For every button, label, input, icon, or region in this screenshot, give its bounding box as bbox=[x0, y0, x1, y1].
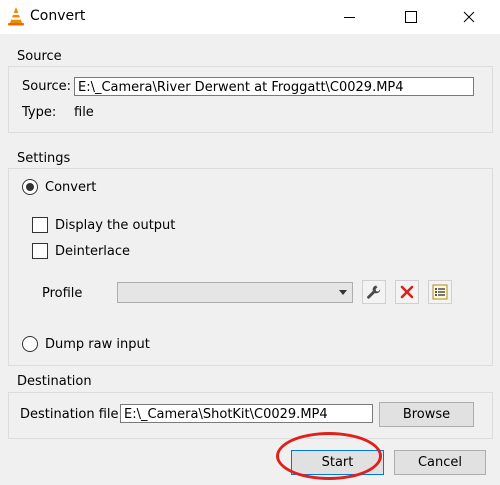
dump-raw-radio[interactable] bbox=[22, 336, 38, 352]
destination-group-title: Destination bbox=[17, 374, 92, 389]
type-label: Type: bbox=[22, 105, 57, 120]
browse-button[interactable]: Browse bbox=[379, 402, 474, 427]
cancel-button[interactable]: Cancel bbox=[394, 450, 486, 475]
red-x-delete-icon bbox=[400, 285, 414, 299]
minimize-button[interactable] bbox=[326, 0, 372, 34]
source-label: Source: bbox=[22, 79, 72, 94]
title-bar: Convert bbox=[0, 0, 500, 34]
close-icon bbox=[463, 11, 475, 23]
destination-file-label: Destination file: bbox=[20, 407, 123, 422]
close-button[interactable] bbox=[446, 0, 492, 34]
start-button[interactable]: Start bbox=[291, 450, 384, 475]
delete-profile-button[interactable] bbox=[395, 280, 419, 304]
maximize-icon bbox=[405, 11, 417, 23]
display-output-label: Display the output bbox=[55, 218, 176, 233]
new-profile-list-icon bbox=[432, 284, 448, 300]
wrench-icon bbox=[367, 285, 381, 299]
dump-raw-label: Dump raw input bbox=[45, 337, 150, 352]
new-profile-button[interactable] bbox=[428, 280, 452, 304]
convert-label: Convert bbox=[45, 180, 97, 195]
convert-radio[interactable] bbox=[22, 179, 38, 195]
profile-label: Profile bbox=[42, 286, 83, 301]
chevron-down-icon bbox=[339, 290, 347, 295]
source-path-field[interactable]: E:\_Camera\River Derwent at Froggatt\C00… bbox=[74, 77, 474, 96]
edit-profile-button[interactable] bbox=[362, 280, 386, 304]
deinterlace-checkbox[interactable] bbox=[32, 243, 48, 259]
minimize-icon bbox=[343, 16, 355, 18]
destination-file-field[interactable]: E:\_Camera\ShotKit\C0029.MP4 bbox=[120, 404, 373, 423]
radio-selected-dot bbox=[26, 183, 34, 191]
settings-group-title: Settings bbox=[17, 151, 71, 166]
profile-dropdown[interactable] bbox=[117, 282, 353, 303]
window-title: Convert bbox=[30, 8, 86, 24]
display-output-checkbox[interactable] bbox=[32, 217, 48, 233]
vlc-cone-icon bbox=[8, 7, 24, 26]
deinterlace-label: Deinterlace bbox=[55, 244, 131, 259]
type-value: file bbox=[74, 105, 94, 120]
maximize-button[interactable] bbox=[388, 0, 434, 34]
source-group-title: Source bbox=[17, 49, 62, 64]
